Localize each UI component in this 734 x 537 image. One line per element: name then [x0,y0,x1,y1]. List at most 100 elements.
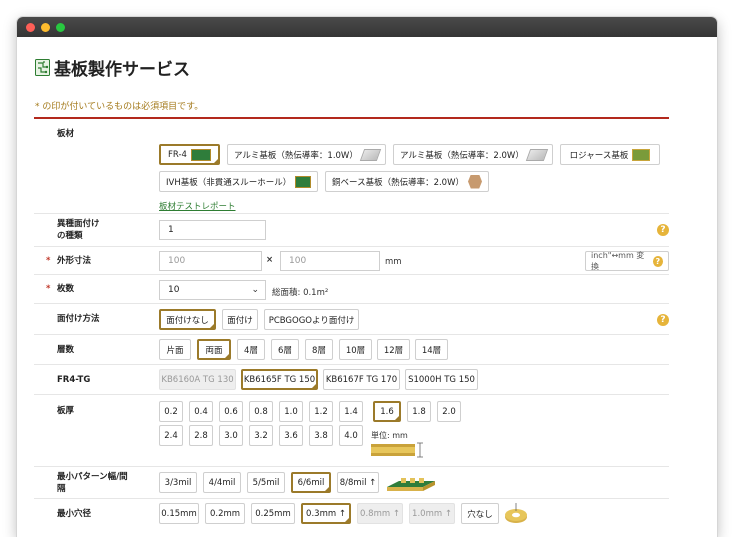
material-option-label: IVH基板（非貫通スルーホール） [166,177,292,188]
hole-option[interactable]: 穴なし [461,503,499,524]
layer-option[interactable]: 10層 [339,339,372,360]
board-thickness-diagram-icon [371,442,423,458]
thickness-label: 板厚 [57,406,75,416]
design-types-input[interactable]: 1 [159,220,266,240]
aluminum-sheet-icon [359,148,382,161]
thickness-option[interactable]: 0.8 [249,401,273,422]
layer-option[interactable]: 両面 [197,339,231,360]
minimize-window-button[interactable] [41,22,50,32]
thickness-option[interactable]: 0.6 [219,401,243,422]
panel-option-panel[interactable]: 面付け [222,309,258,330]
thickness-option[interactable]: 0.2 [159,401,183,422]
tg-option[interactable]: S1000H TG 150 [405,369,478,390]
aluminum-sheet-icon [525,148,549,161]
material-option-label: アルミ基板（熱伝導率：1.0W） [234,150,358,161]
thickness-option[interactable]: 4.0 [339,425,363,446]
layer-option[interactable]: 6層 [271,339,299,360]
design-types-label: 異種面付け の種類 [34,214,134,246]
thickness-option[interactable]: 0.4 [189,401,213,422]
layer-option[interactable]: 12層 [377,339,410,360]
panel-option-pcbgogo[interactable]: PCBGOGOより面付け [264,309,359,330]
thickness-option[interactable]: 2.0 [437,401,461,422]
panelization-label: 面付け方法 [57,314,100,324]
hole-option[interactable]: 0.3mm ↑ [301,503,351,524]
thickness-option[interactable]: 1.8 [407,401,431,422]
circuit-logo-icon [35,59,50,76]
quantity-label: * 枚数 [46,284,75,294]
material-option-ivh[interactable]: IVH基板（非貫通スルーホール） [159,171,318,192]
thickness-option[interactable]: 1.2 [309,401,333,422]
window-titlebar [17,17,717,37]
material-options: FR-4 アルミ基板（熱伝導率：1.0W） アルミ基板（熱伝導率：2.0W） ロ… [134,120,669,213]
hole-option[interactable]: 0.25mm [251,503,295,524]
thickness-option[interactable]: 2.4 [159,425,183,446]
trace-row: 最小パターン幅/間隔 3/3mil 4/4mil 5/5mil 6/6mil 8… [34,467,669,499]
width-input[interactable]: 100 [159,251,262,271]
trace-option[interactable]: 5/5mil [247,472,285,493]
trace-option[interactable]: 6/6mil [291,472,331,493]
hole-option-disabled: 1.0mm ↑ [409,503,455,524]
thickness-option[interactable]: 3.2 [249,425,273,446]
dimension-separator: × [266,255,274,265]
design-types-label-text: 異種面付け の種類 [57,219,100,241]
quantity-select[interactable]: 10 ⌄ [159,280,266,300]
dimensions-row: * 外形寸法 100 × 100 mm inch"↔mm 変換 ? [34,247,669,275]
trace-option[interactable]: 8/8mil ↑ [337,472,379,493]
panel-option-none[interactable]: 面付けなし [159,309,216,330]
material-option-fr4[interactable]: FR-4 [159,144,220,165]
layer-option[interactable]: 4層 [237,339,265,360]
tg-option[interactable]: KB6165F TG 150 [241,369,318,390]
page-title-text: 基板製作サービス [54,60,190,80]
hole-option[interactable]: 0.2mm [205,503,245,524]
fr4-board-icon [190,148,211,161]
material-label: 板材 [57,129,75,139]
layer-option[interactable]: 8層 [305,339,333,360]
material-option-aluminum-2w[interactable]: アルミ基板（熱伝導率：2.0W） [393,144,553,165]
trace-option[interactable]: 3/3mil [159,472,197,493]
rogers-board-icon [632,148,651,161]
dimensions-label: * 外形寸法 [46,255,92,266]
thickness-option[interactable]: 2.8 [189,425,213,446]
thickness-option[interactable]: 3.8 [309,425,333,446]
material-option-copper[interactable]: 銅ベース基板（熱伝導率：2.0W） [325,171,489,192]
maximize-window-button[interactable] [56,22,65,32]
thickness-option[interactable]: 1.0 [279,401,303,422]
help-icon: ? [652,255,663,267]
material-report-link[interactable]: 板材テストレポート [159,200,236,212]
thickness-option[interactable]: 3.0 [219,425,243,446]
required-marker: * [46,284,51,294]
required-note: * の印が付いているものは必須項目です。 [35,102,204,112]
drill-hole-diagram-icon [505,503,527,523]
thickness-option[interactable]: 1.6 [373,401,401,422]
material-option-label: 銅ベース基板（熱伝導率：2.0W） [332,177,464,188]
material-option-rogers[interactable]: ロジャース基板 [560,144,660,165]
material-option-aluminum-1w[interactable]: アルミ基板（熱伝導率：1.0W） [227,144,386,165]
thickness-row: 板厚 0.2 0.4 0.6 0.8 1.0 1.2 1.4 1.6 1.8 2… [34,395,669,467]
quantity-row: * 枚数 10 ⌄ 総面積: 0.1m² [34,275,669,304]
layer-option[interactable]: 14層 [415,339,448,360]
hole-option[interactable]: 0.15mm [159,503,199,524]
trace-label: 最小パターン幅/間隔 [57,471,128,494]
tg-option[interactable]: KB6167F TG 170 [323,369,400,390]
trace-option[interactable]: 4/4mil [203,472,241,493]
material-option-label: FR-4 [168,149,187,160]
page-title: 基板製作サービス [35,55,190,80]
layers-label: 層数 [57,344,75,355]
thickness-option[interactable]: 1.4 [339,401,363,422]
thickness-unit-label: 単位: mm [371,431,408,440]
close-window-button[interactable] [26,22,35,32]
thickness-option[interactable]: 3.6 [279,425,303,446]
order-form: 板材 FR-4 アルミ基板（熱伝導率：1.0W） アルミ基板（熱伝導率：2.0W… [34,120,669,529]
layers-row: 層数 片面 両面 4層 6層 8層 10層 12層 14層 [34,335,669,365]
help-icon[interactable]: ? [657,314,669,326]
height-input[interactable]: 100 [280,251,380,271]
copper-board-icon [468,174,482,189]
chevron-down-icon: ⌄ [251,285,259,295]
help-icon[interactable]: ? [657,224,669,236]
required-divider [34,117,669,119]
panelization-row: 面付け方法 面付けなし 面付け PCBGOGOより面付け ? [34,304,669,335]
hole-option-disabled: 0.8mm ↑ [357,503,403,524]
inch-mm-convert-button[interactable]: inch"↔mm 変換 ? [585,251,669,271]
layer-option[interactable]: 片面 [159,339,191,360]
trace-spacing-diagram-icon [387,478,435,491]
